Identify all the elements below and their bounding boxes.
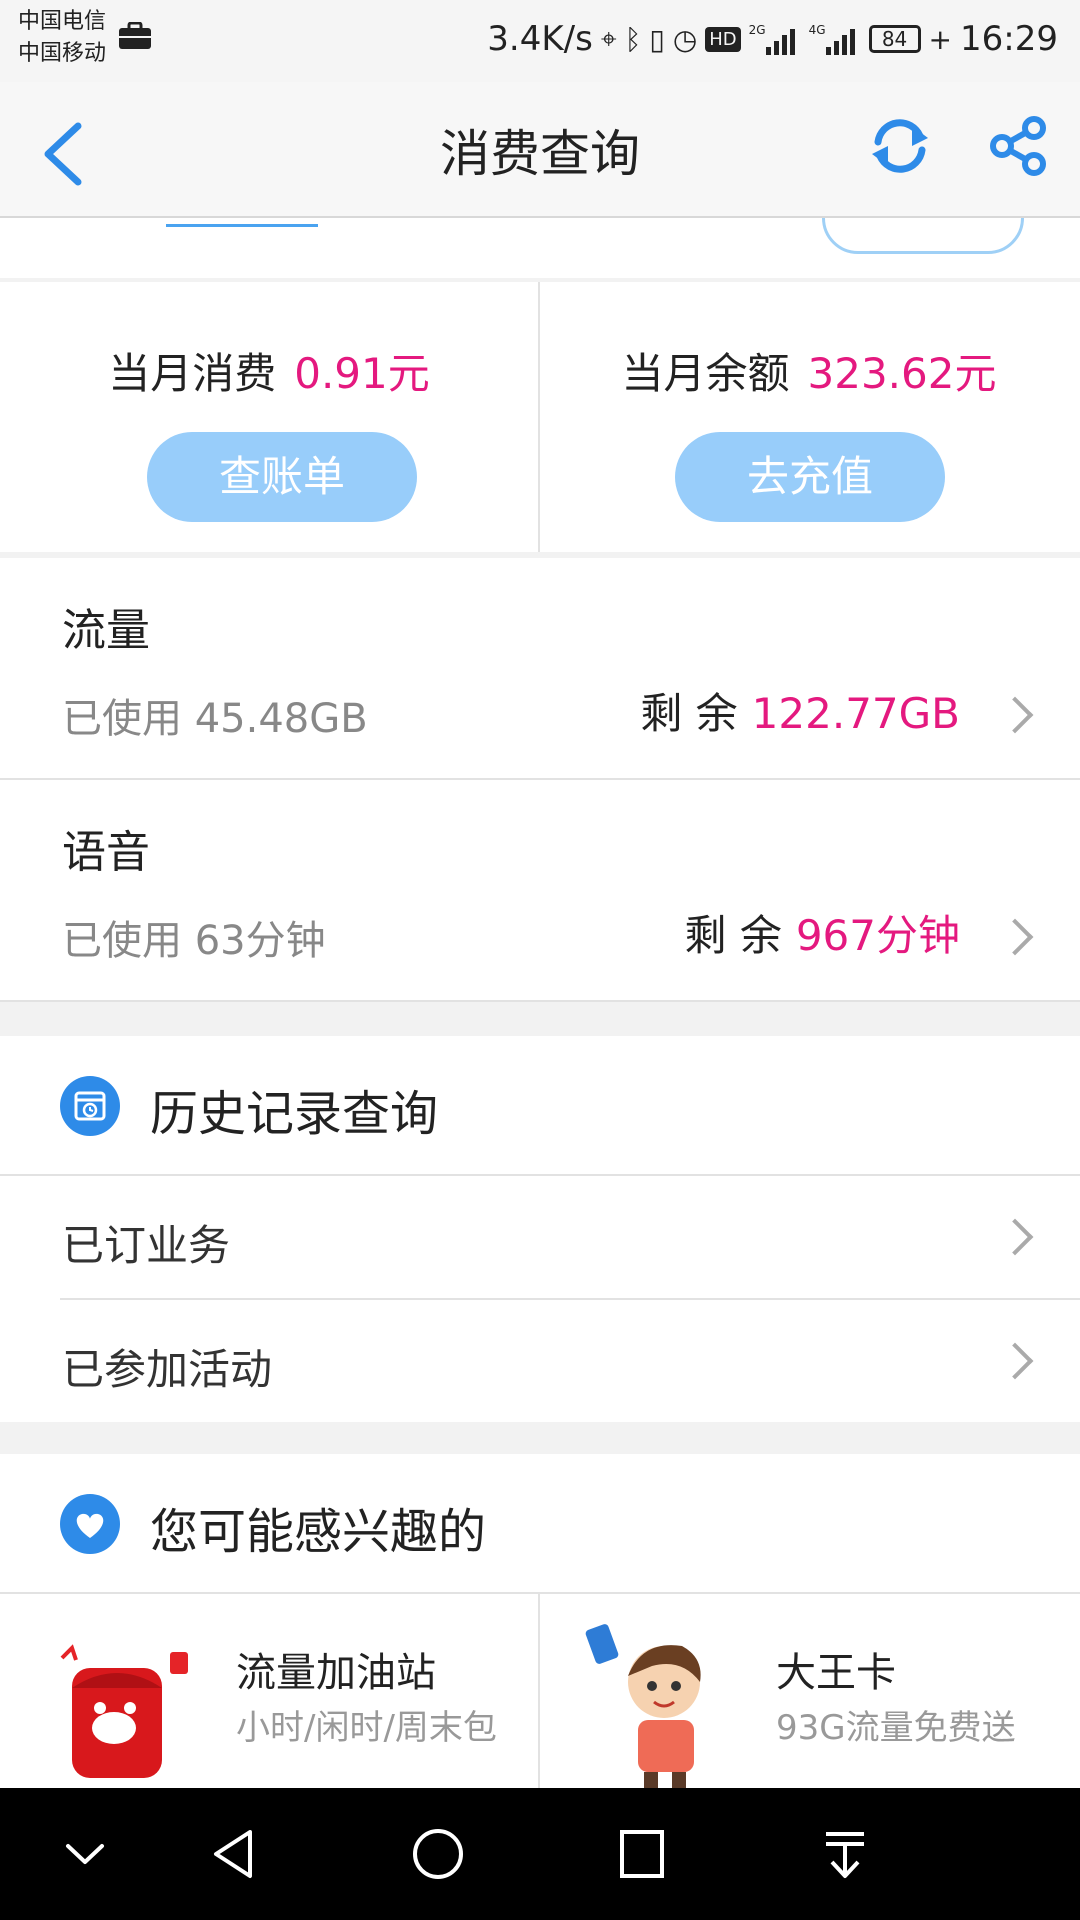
clock: 16:29 (960, 19, 1058, 59)
voice-usage-row[interactable]: 语音 已使用 63分钟 剩 余 967分钟 (0, 780, 1080, 1002)
battery-icon: 84 (868, 25, 921, 53)
signal-2g-icon: 2G (749, 23, 801, 55)
hide-nav-chevron-icon[interactable] (62, 1824, 108, 1884)
subscribed-services-row[interactable]: 已订业务 (0, 1176, 1080, 1298)
briefcase-icon (119, 22, 151, 49)
network-speed: 3.4K/s (487, 19, 593, 59)
monthly-spend-value: 0.91元 (294, 349, 430, 398)
account-link-partial[interactable] (166, 218, 318, 227)
refresh-icon[interactable] (866, 112, 934, 180)
data-station-title: 流量加油站 (236, 1650, 436, 1696)
voice-remaining: 剩 余 967分钟 (684, 902, 960, 963)
share-icon[interactable] (986, 114, 1050, 178)
voice-remaining-value: 967分钟 (795, 911, 960, 960)
recommend-header: 您可能感兴趣的 (0, 1454, 1080, 1594)
carrier-info: 中国电信 中国移动 (18, 6, 106, 70)
subscribed-services-label: 已订业务 (62, 1221, 231, 1270)
monthly-balance-value: 323.62元 (807, 349, 997, 398)
data-remaining-value: 122.77GB (751, 689, 960, 738)
voice-used: 已使用 63分钟 (62, 918, 326, 964)
voice-remaining-label: 剩 余 (684, 911, 782, 960)
data-remaining-label: 剩 余 (640, 689, 738, 738)
chevron-right-icon (996, 1342, 1034, 1380)
king-card-subtitle: 93G流量免费送 (776, 1708, 1016, 1748)
data-usage-row[interactable]: 流量 已使用 45.48GB 剩 余 122.77GB (0, 558, 1080, 780)
carrier-2: 中国移动 (18, 41, 107, 66)
data-used: 已使用 45.48GB (62, 696, 368, 742)
data-remaining: 剩 余 122.77GB (640, 680, 960, 741)
history-title: 历史记录查询 (150, 1086, 439, 1142)
heart-icon (60, 1494, 120, 1554)
monthly-spend-label: 当月消费 (108, 349, 277, 398)
status-bar: 中国电信 中国移动 3.4K/s ⌖ ᛒ ▯ ◷ HD 2G 4G 84 + 1… (0, 0, 1080, 82)
signal-4g-icon: 4G (809, 23, 861, 55)
voice-usage-title: 语音 (62, 827, 150, 878)
carrier-1: 中国电信 (18, 9, 107, 34)
notification-pull-icon[interactable] (820, 1824, 870, 1884)
charging-icon: + (928, 22, 953, 56)
vibrate-icon: ▯ (649, 22, 665, 56)
red-mascot-icon (60, 1644, 188, 1778)
history-header: 历史记录查询 (0, 1036, 1080, 1176)
recommend-section: 您可能感兴趣的 流量加油站 小时/闲时/周末包 大王卡 93G流量免费送 (0, 1454, 1080, 1788)
balance-summary: 当月消费 0.91元 查账单 当月余额 323.62元 去充值 (0, 282, 1080, 552)
monthly-balance-panel: 当月余额 323.62元 去充值 (540, 282, 1078, 552)
data-usage-title: 流量 (62, 605, 150, 656)
joined-activities-row[interactable]: 已参加活动 (0, 1300, 1080, 1422)
badge-partial (822, 218, 1024, 254)
system-nav-bar (0, 1788, 1080, 1920)
home-circle-icon[interactable] (410, 1824, 466, 1884)
recents-square-icon[interactable] (616, 1824, 668, 1884)
monthly-spend-panel: 当月消费 0.91元 查账单 (0, 282, 538, 552)
chevron-right-icon (996, 696, 1034, 734)
back-triangle-icon[interactable] (208, 1824, 258, 1884)
recharge-button[interactable]: 去充值 (675, 432, 945, 522)
data-station-card[interactable]: 流量加油站 小时/闲时/周末包 (0, 1592, 538, 1788)
chevron-right-icon (996, 918, 1034, 956)
alarm-icon: ◷ (672, 22, 698, 56)
calendar-clock-icon (60, 1076, 120, 1136)
bluetooth-icon: ᛒ (624, 22, 642, 56)
scrolled-header-remnant (0, 218, 1080, 278)
history-section: 历史记录查询 已订业务 已参加活动 (0, 1036, 1080, 1422)
monthly-balance-label: 当月余额 (621, 349, 790, 398)
recommend-title: 您可能感兴趣的 (150, 1504, 487, 1560)
joined-activities-label: 已参加活动 (62, 1345, 273, 1394)
location-icon: ⌖ (600, 22, 617, 55)
hd-icon: HD (705, 26, 741, 52)
boy-mascot-icon (585, 1624, 701, 1788)
view-bill-button[interactable]: 查账单 (147, 432, 417, 522)
king-card-card[interactable]: 大王卡 93G流量免费送 (540, 1592, 1078, 1788)
nav-bar: 消费查询 (0, 82, 1080, 218)
data-station-subtitle: 小时/闲时/周末包 (236, 1708, 497, 1748)
chevron-right-icon (996, 1218, 1034, 1256)
king-card-title: 大王卡 (776, 1650, 896, 1696)
